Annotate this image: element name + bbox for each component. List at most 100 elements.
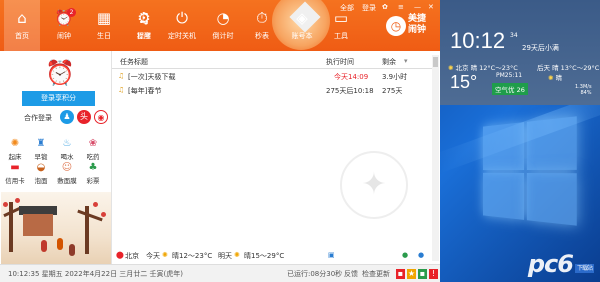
widget-tomorrow-sky: ✺ 晴: [548, 74, 563, 82]
row-time: 今天14:09: [334, 73, 369, 81]
weather-today: 晴12～23°C: [172, 252, 213, 260]
sidebar: ⏰ 登录享积分 合作登录 ♟ 头 ◉ ✺ 起床 ♜ 早锻 ♨ 喝水 ❀ 吃药 ▬…: [0, 51, 112, 264]
feedback-link[interactable]: 反馈: [344, 269, 358, 279]
table-row[interactable]: ♫ [每年]春节 275天后10:18 275天: [112, 84, 432, 97]
login-button[interactable]: 登录享积分: [22, 91, 95, 106]
card-icon: ▬: [10, 162, 20, 173]
app-icon[interactable]: ▪: [418, 269, 427, 279]
mask-icon: ☺: [61, 162, 73, 173]
list-header: 任务标题 执行时间 剩余 ▾: [112, 55, 432, 69]
row-title: [每年]春节: [128, 87, 162, 95]
run-icon: ♜: [36, 138, 46, 149]
widget-clock: 10:12: [450, 28, 506, 53]
row-time: 275天后10:18: [326, 87, 374, 95]
nav-alarm[interactable]: ⏰ 2 闹钟: [46, 0, 82, 51]
weather-bar[interactable]: ⬤ 北京 今天 ✺ 晴12～23°C 明天 ✺ 晴15～29°C 空气优 26 …: [112, 247, 440, 264]
all-link[interactable]: 全部: [340, 3, 354, 13]
weather-tomorrow: 晴15～29°C: [244, 252, 285, 260]
bird-watermark-icon: ✦: [340, 151, 408, 219]
task-list: 任务标题 执行时间 剩余 ▾ ♫ [一次]天极下载 今天14:09 3.9小时 …: [112, 51, 440, 264]
list-scrollbar[interactable]: [432, 55, 439, 261]
widget-tomorrow: 后天 晴 13°C～29°C: [537, 64, 600, 72]
coop-login-label: 合作登录: [24, 114, 52, 122]
status-bar: 10:12:35 星期五 2022年4月22日 三月廿二 壬寅(虎年) 已运行:…: [0, 264, 440, 282]
top-toolbar: ⌂ 首页 ⏰ 2 闹钟 ▦ 生日 ♫ 提醒 ⚙ 程序 ⏻ 定时关机 ◔ 倒计时: [0, 0, 440, 51]
pill-icon: ❀: [88, 138, 98, 149]
weather-widget[interactable]: 10:12 34 29天后小满 ✺ 北京 晴 12°C～23°C 15° PM2…: [440, 0, 600, 105]
nav-account-book[interactable]: ◈ 账号本: [284, 0, 320, 51]
toutiao-icon[interactable]: 头: [77, 110, 91, 124]
windows-logo-icon: [483, 116, 577, 226]
nav-shutdown[interactable]: ⏻ 定时关机: [164, 0, 200, 51]
weibo-icon[interactable]: ◉: [94, 110, 108, 124]
bell-icon: ♫: [118, 86, 125, 94]
row-remain: 3.9小时: [382, 73, 408, 81]
check-update-link[interactable]: 检查更新: [362, 269, 390, 279]
account-book-icon: ◈: [296, 9, 308, 27]
lottery-icon: ♣: [88, 162, 98, 173]
share-icon[interactable]: ▣: [328, 251, 335, 259]
sort-chevron-icon[interactable]: ▾: [404, 57, 408, 65]
clock-logo-icon: ◷: [386, 16, 406, 36]
status-datetime: 10:12:35 星期五 2022年4月22日 三月廿二 壬寅(虎年): [8, 270, 183, 278]
green-circle-icon[interactable]: ●: [402, 251, 408, 259]
power-icon: ⏻: [176, 9, 188, 27]
widget-wind: 1.3M/s 84%: [575, 84, 592, 96]
site-watermark: pc6 下载站: [527, 250, 594, 278]
brand-logo: ◷ 美捷 闹钟: [386, 8, 440, 48]
blue-circle-icon[interactable]: ●: [418, 251, 424, 259]
widget-city-weather: ✺ 北京 晴 12°C～23°C: [448, 64, 518, 72]
sun-icon: ✺: [162, 251, 168, 259]
nav-program[interactable]: ⚙ 程序: [126, 0, 162, 51]
bell-icon: ♫: [118, 72, 125, 80]
alarm-app-window: ⌂ 首页 ⏰ 2 闹钟 ▦ 生日 ♫ 提醒 ⚙ 程序 ⏻ 定时关机 ◔ 倒计时: [0, 0, 440, 282]
qq-icon[interactable]: ♟: [60, 110, 74, 124]
grid-credit-card[interactable]: ▬ 信用卡: [4, 162, 26, 185]
water-icon: ♨: [62, 138, 72, 149]
row-title: [一次]天极下载: [128, 73, 176, 81]
weather-today-label: 今天: [146, 252, 160, 260]
notice-icon[interactable]: !: [429, 269, 438, 279]
sun-icon: ✺: [548, 74, 554, 82]
nav-home[interactable]: ⌂ 首页: [4, 0, 40, 51]
status-running: 已运行:08分30秒: [287, 270, 343, 278]
column-time[interactable]: 执行时间: [326, 57, 354, 67]
brand-line1: 美捷: [408, 14, 427, 24]
star-icon[interactable]: ★: [407, 269, 416, 279]
sun-icon: ✺: [448, 64, 454, 72]
weather-city: 北京: [125, 252, 139, 260]
location-pin-icon: ⬤: [116, 251, 124, 259]
grid-exercise[interactable]: ♜ 早锻: [30, 138, 52, 161]
sun-icon: ✺: [10, 138, 20, 149]
column-remain[interactable]: 剩余: [382, 57, 396, 67]
widget-seconds: 34: [510, 32, 518, 39]
stopwatch-icon: ◔: [216, 9, 230, 27]
nav-birthday[interactable]: ▦ 生日: [86, 0, 122, 51]
grid-water[interactable]: ♨ 喝水: [56, 138, 78, 161]
widget-temperature: 15°: [450, 72, 478, 92]
noodle-icon: ◒: [36, 162, 46, 173]
sun-icon: ✺: [234, 251, 240, 259]
weather-tomorrow-label: 明天: [218, 252, 232, 260]
gift-icon[interactable]: ▪: [396, 269, 405, 279]
brand-line2: 闹钟: [408, 25, 427, 35]
widget-aqi: 空气优 26: [492, 83, 528, 95]
grid-medicine[interactable]: ❀ 吃药: [82, 138, 104, 161]
home-icon: ⌂: [17, 9, 27, 27]
grid-wakeup[interactable]: ✺ 起床: [4, 138, 26, 161]
alarm-clock-icon: ⏰: [45, 59, 75, 87]
grid-face-mask[interactable]: ☺ 敷面膜: [56, 162, 78, 185]
spring-festival-illustration: [1, 192, 111, 264]
alarm-count-badge: 2: [67, 8, 76, 17]
birthday-icon: ▦: [96, 9, 112, 27]
login-link[interactable]: 登录: [362, 3, 376, 13]
scrollbar-thumb[interactable]: [433, 57, 438, 67]
table-row[interactable]: ♫ [一次]天极下载 今天14:09 3.9小时: [112, 70, 432, 83]
gear-icon: ⚙: [137, 9, 151, 27]
nav-countdown[interactable]: ◔ 倒计时: [205, 0, 241, 51]
widget-countdown: 29天后小满: [522, 44, 559, 52]
column-title[interactable]: 任务标题: [120, 57, 148, 67]
widget-pm25: PM25:11: [496, 72, 523, 79]
grid-lottery[interactable]: ♣ 彩票: [82, 162, 104, 185]
grid-noodles[interactable]: ◒ 泡面: [30, 162, 52, 185]
